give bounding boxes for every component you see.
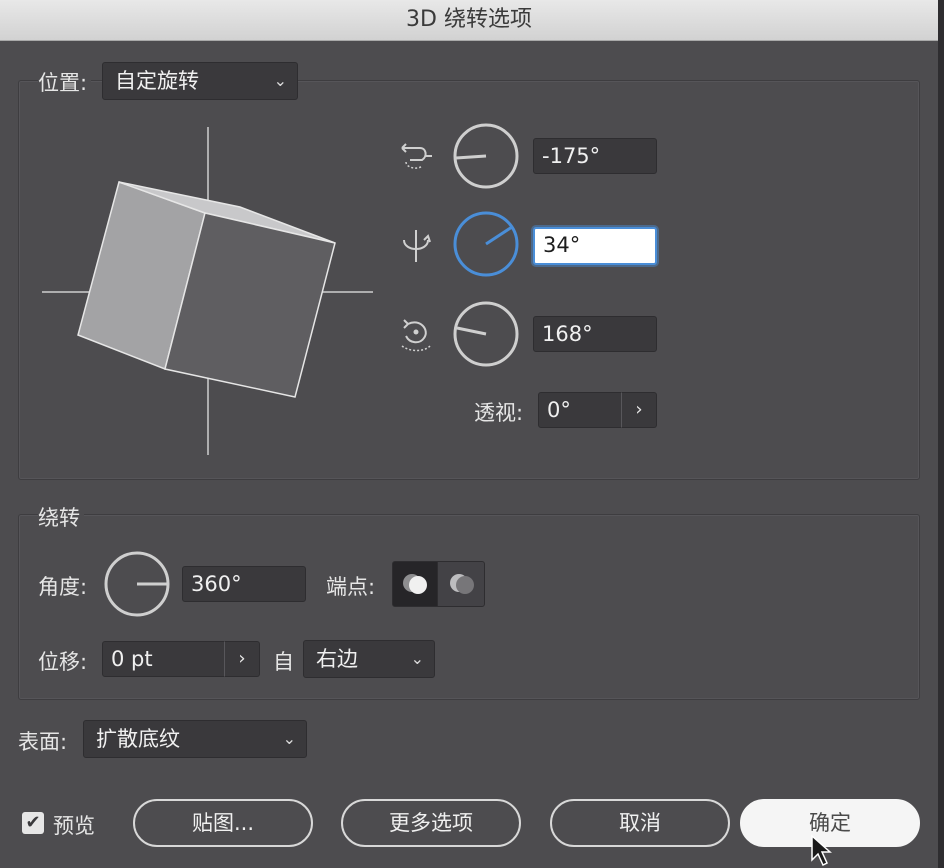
chevron-right-icon: ›: [238, 648, 246, 669]
perspective-slider-button[interactable]: ›: [621, 392, 657, 428]
angle-label: 角度:: [38, 575, 88, 599]
position-label: 位置:: [38, 67, 92, 97]
cap-on-button[interactable]: [392, 561, 438, 607]
mouse-pointer-icon: [811, 834, 832, 867]
z-rotation-dial[interactable]: [452, 300, 520, 368]
from-value: 右边: [316, 647, 358, 671]
z-rotation-field[interactable]: 168°: [533, 316, 657, 352]
cap-off-button[interactable]: [437, 561, 485, 607]
rotate-x-icon: [401, 143, 432, 169]
window-edge: [938, 0, 944, 868]
surface-label: 表面:: [18, 730, 68, 754]
preview-checkbox[interactable]: ✔: [22, 812, 44, 834]
perspective-label: 透视:: [474, 401, 524, 425]
map-art-button[interactable]: 贴图...: [133, 799, 313, 847]
from-label: 自: [273, 650, 294, 674]
offset-slider-button[interactable]: ›: [224, 641, 260, 677]
chevron-down-icon: ⌄: [282, 729, 296, 748]
cap-off-icon: [450, 574, 474, 594]
x-rotation-field[interactable]: -175°: [533, 138, 657, 174]
chevron-right-icon: ›: [635, 399, 643, 420]
cap-label: 端点:: [326, 575, 376, 599]
surface-value: 扩散底纹: [96, 727, 180, 751]
checkmark-icon: ✔: [25, 812, 41, 833]
position-preset-value: 自定旋转: [115, 69, 199, 93]
y-rotation-dial[interactable]: [452, 210, 520, 278]
more-options-button[interactable]: 更多选项: [341, 799, 521, 847]
revolve-angle-field[interactable]: 360°: [182, 566, 306, 602]
revolve-title: 绕转: [38, 502, 84, 532]
preview-label: 预览: [53, 814, 95, 838]
position-preset-select[interactable]: 自定旋转 ⌄: [102, 62, 298, 100]
offset-field[interactable]: 0 pt: [102, 641, 226, 677]
revolve-angle-dial[interactable]: [103, 550, 171, 618]
offset-label: 位移:: [38, 650, 88, 674]
rotation-cube-preview[interactable]: [40, 125, 375, 460]
chevron-down-icon: ⌄: [410, 649, 424, 668]
rotate-z-icon: [401, 319, 431, 352]
dialog-title-bar: 3D 绕转选项: [0, 0, 938, 41]
cancel-button[interactable]: 取消: [550, 799, 730, 847]
cap-on-icon: [403, 574, 427, 594]
rotate-y-icon: [403, 230, 431, 262]
surface-select[interactable]: 扩散底纹 ⌄: [83, 720, 307, 758]
x-rotation-dial[interactable]: [452, 122, 520, 190]
perspective-field[interactable]: 0°: [538, 392, 622, 428]
dialog-title: 3D 绕转选项: [406, 7, 532, 32]
chevron-down-icon: ⌄: [273, 71, 287, 90]
y-rotation-field[interactable]: 34°: [533, 227, 657, 265]
from-select[interactable]: 右边 ⌄: [303, 640, 435, 678]
